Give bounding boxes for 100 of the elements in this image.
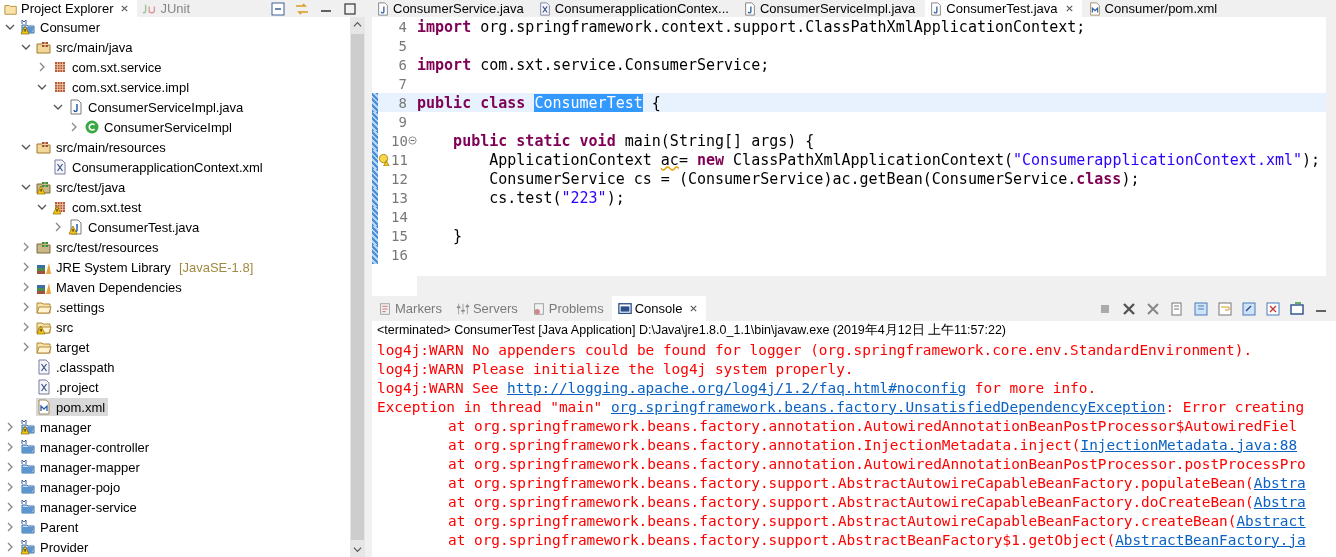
- tree-item[interactable]: .classpath: [36, 358, 118, 376]
- tree-item[interactable]: com.sxt.service.impl: [52, 78, 193, 96]
- tree-item[interactable]: .settings: [36, 298, 108, 316]
- project-folder-icon: [20, 419, 36, 435]
- link-arrows-icon[interactable]: [295, 1, 309, 16]
- console-line: Exception in thread "main" org.springframework.beans.factory.UnsatisfiedDependencyException: Error creating: [377, 397, 1306, 416]
- console-link[interactable]: Abstract: [1236, 512, 1306, 529]
- tree-item[interactable]: ConsumerServiceImpl.java: [68, 98, 247, 116]
- tree-item[interactable]: .project: [36, 378, 102, 396]
- project-folder-icon: [20, 499, 36, 515]
- project-folder-icon: [20, 19, 36, 35]
- tree-item[interactable]: Consumer: [20, 18, 103, 36]
- console-link[interactable]: AbstractBeanFactory.ja: [1115, 531, 1306, 548]
- tree-item[interactable]: src/main/resources: [36, 138, 169, 156]
- console-line: log4j:WARN See http://logging.apache.org/log4j/1.2/faq.html#noconfig for more info.: [377, 378, 1098, 397]
- console-line: at org.springframework.beans.factory.annotation.AutowiredAnnotationBeanPostProcessor$AutowiredFiel: [447, 416, 1299, 435]
- java-file-icon: [68, 219, 84, 235]
- editor-tab[interactable]: Consumer/pom.xml: [1083, 0, 1226, 17]
- tree-item[interactable]: Parent: [20, 518, 82, 536]
- code-line: import org.springframework.context.support.ClassPathXmlApplicationContext;: [417, 17, 1086, 36]
- display-console-icon[interactable]: [1266, 301, 1280, 316]
- editor-tab[interactable]: ConsumerTest.java: [925, 0, 1082, 17]
- project-folder-icon: [20, 459, 36, 475]
- xml-file-icon: [36, 359, 52, 375]
- test-folder-icon: [36, 239, 52, 255]
- scroll-up-icon[interactable]: [353, 20, 362, 29]
- console-link[interactable]: http://logging.apache.org/log4j/1.2/faq.html#noconfig: [506, 379, 967, 396]
- close-icon[interactable]: [120, 4, 130, 13]
- view-tab[interactable]: Markers: [372, 296, 450, 321]
- line-number: 11: [391, 151, 407, 168]
- tree-item[interactable]: src/test/java: [36, 178, 129, 196]
- package-icon: [52, 199, 68, 215]
- code-line: ApplicationContext ac= new ClassPathXmlApplicationContext("ConsumerapplicationContext.xml");: [488, 150, 1321, 169]
- tree-item[interactable]: com.sxt.test: [52, 198, 145, 216]
- remove-all-icon[interactable]: [1146, 301, 1160, 316]
- view-tab[interactable]: Problems: [525, 296, 612, 321]
- tree-item[interactable]: manager: [20, 418, 95, 436]
- console-link[interactable]: Abstra: [1253, 474, 1306, 491]
- close-icon[interactable]: [689, 304, 699, 313]
- console-status: <terminated> ConsumerTest [Java Application] D:\Java\jre1.8.0_1.1\bin\javaw.exe (2019年4月12日 上午11:57:22): [376, 322, 1007, 339]
- code-line: import com.sxt.service.ConsumerService;: [417, 55, 770, 74]
- tree-item[interactable]: pom.xml: [36, 398, 109, 416]
- console-line: log4j:WARN Please initialize the log4j system properly.: [377, 359, 855, 378]
- source-folder-icon: [36, 139, 52, 155]
- tree-item[interactable]: Maven Dependencies: [36, 278, 185, 296]
- tree-item[interactable]: manager-pojo: [20, 478, 124, 496]
- project-folder-icon: [20, 479, 36, 495]
- tree-item[interactable]: manager-mapper: [20, 458, 143, 476]
- editor-tab[interactable]: ConsumerService.java: [372, 0, 532, 17]
- tree-item[interactable]: com.sxt.service: [52, 58, 165, 76]
- xml-file-icon: [36, 379, 52, 395]
- line-number: 9: [397, 113, 407, 130]
- tree-item[interactable]: src/main/java: [36, 38, 136, 56]
- tree-item[interactable]: JRE System Library [JavaSE-1.8]: [36, 258, 257, 276]
- tree-item[interactable]: ConsumerTest.java: [68, 218, 203, 236]
- console-line: at org.springframework.beans.factory.support.AbstractAutowireCapableBeanFactory.populateBean(Abstra: [447, 473, 1307, 492]
- tree-item[interactable]: manager-controller: [20, 438, 153, 456]
- tree-item[interactable]: ConsumerServiceImpl: [84, 118, 235, 136]
- open-console-icon[interactable]: [1290, 301, 1304, 316]
- xml-file-icon: [52, 159, 68, 175]
- console-link[interactable]: InjectionMetadata.java:88: [1080, 436, 1298, 453]
- view-tab[interactable]: Console: [611, 296, 707, 321]
- scroll-lock-icon[interactable]: [1194, 301, 1208, 316]
- code-line: public class ConsumerTest {: [417, 93, 661, 112]
- console-line: at org.springframework.beans.factory.support.AbstractAutowireCapableBeanFactory.createBean(Abstract: [447, 511, 1307, 530]
- code-line: public static void main(String[] args) {: [452, 131, 815, 150]
- remove-icon[interactable]: [1122, 301, 1136, 316]
- console-link[interactable]: org.springframework.beans.factory.UnsatisfiedDependencyException: [610, 398, 1166, 415]
- view-tab[interactable]: Project Explorer: [0, 0, 138, 17]
- console-link[interactable]: Abstra: [1253, 493, 1306, 510]
- maximize-icon[interactable]: [343, 1, 357, 16]
- editor-tab[interactable]: ConsumerServiceImpl.java: [738, 0, 924, 17]
- servers-icon: [455, 301, 470, 316]
- pin-icon[interactable]: [1242, 301, 1256, 316]
- code-line: ConsumerService cs = (ConsumerService)ac.getBean(ConsumerService.class);: [488, 169, 1140, 188]
- tree-item[interactable]: target: [36, 338, 93, 356]
- warning-bulb-icon[interactable]: [378, 153, 391, 166]
- fold-toggle-icon[interactable]: [408, 136, 417, 145]
- line-number: 13: [391, 189, 407, 206]
- close-icon[interactable]: [1064, 4, 1074, 13]
- tree-item[interactable]: src: [36, 318, 77, 336]
- tree-item[interactable]: ConsumerapplicationContext.xml: [52, 158, 266, 176]
- markers-icon: [378, 301, 392, 316]
- view-tab[interactable]: Servers: [449, 296, 526, 321]
- line-number: 8: [397, 94, 407, 111]
- clear-console-icon[interactable]: [1170, 301, 1184, 316]
- editor-tab[interactable]: ConsumerapplicationContex...: [533, 0, 737, 17]
- tree-item[interactable]: manager-service: [20, 498, 140, 516]
- word-wrap-icon[interactable]: [1218, 301, 1232, 316]
- project-folder-icon: [20, 539, 36, 555]
- line-number: 12: [391, 170, 407, 187]
- scrollbar-thumb[interactable]: [351, 34, 364, 540]
- line-number: 15: [391, 227, 407, 244]
- collapse-all-icon[interactable]: [271, 1, 285, 16]
- line-number: 14: [391, 208, 407, 225]
- folder-icon: [36, 319, 52, 335]
- tree-item[interactable]: Provider: [20, 538, 92, 556]
- console-line: at org.springframework.beans.factory.support.AbstractBeanFactory$1.getObject(AbstractBeanFactory.ja: [447, 530, 1307, 549]
- tree-item[interactable]: src/test/resources: [36, 238, 162, 256]
- scroll-down-icon[interactable]: [353, 545, 362, 554]
